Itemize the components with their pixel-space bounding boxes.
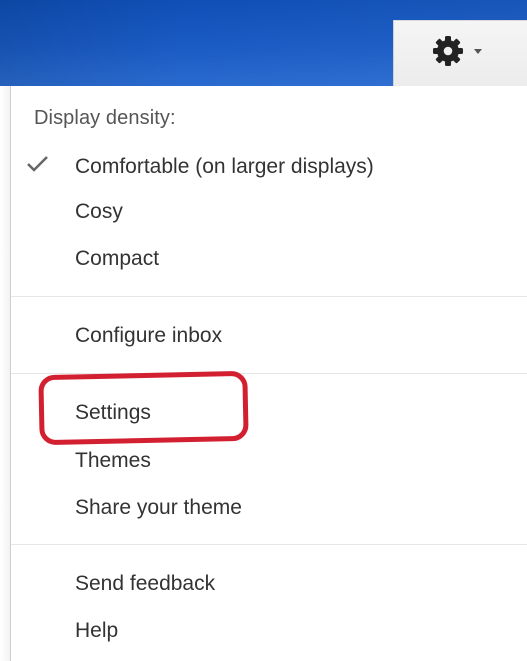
- send-feedback-item[interactable]: Send feedback: [75, 571, 215, 597]
- settings-dropdown-menu: Display density: Comfortable (on larger …: [10, 86, 527, 661]
- top-header-bar: [0, 0, 527, 86]
- menu-left-shadow: [0, 86, 10, 661]
- density-option-comfortable[interactable]: Comfortable (on larger displays): [75, 154, 374, 180]
- density-option-cosy[interactable]: Cosy: [75, 199, 123, 225]
- settings-item[interactable]: Settings: [75, 400, 151, 426]
- chevron-down-icon: [474, 49, 482, 54]
- display-density-label: Display density:: [34, 107, 176, 129]
- help-item[interactable]: Help: [75, 618, 118, 644]
- themes-item[interactable]: Themes: [75, 448, 151, 474]
- menu-divider: [11, 544, 527, 545]
- density-option-compact[interactable]: Compact: [75, 246, 159, 272]
- menu-divider: [11, 296, 527, 297]
- checkmark-icon: [27, 156, 48, 172]
- menu-divider: [11, 373, 527, 374]
- gear-icon: [433, 36, 463, 66]
- gmail-settings-menu-page: Display density: Comfortable (on larger …: [0, 0, 527, 661]
- configure-inbox-item[interactable]: Configure inbox: [75, 323, 222, 349]
- share-your-theme-item[interactable]: Share your theme: [75, 495, 242, 521]
- settings-gear-button[interactable]: [393, 20, 527, 86]
